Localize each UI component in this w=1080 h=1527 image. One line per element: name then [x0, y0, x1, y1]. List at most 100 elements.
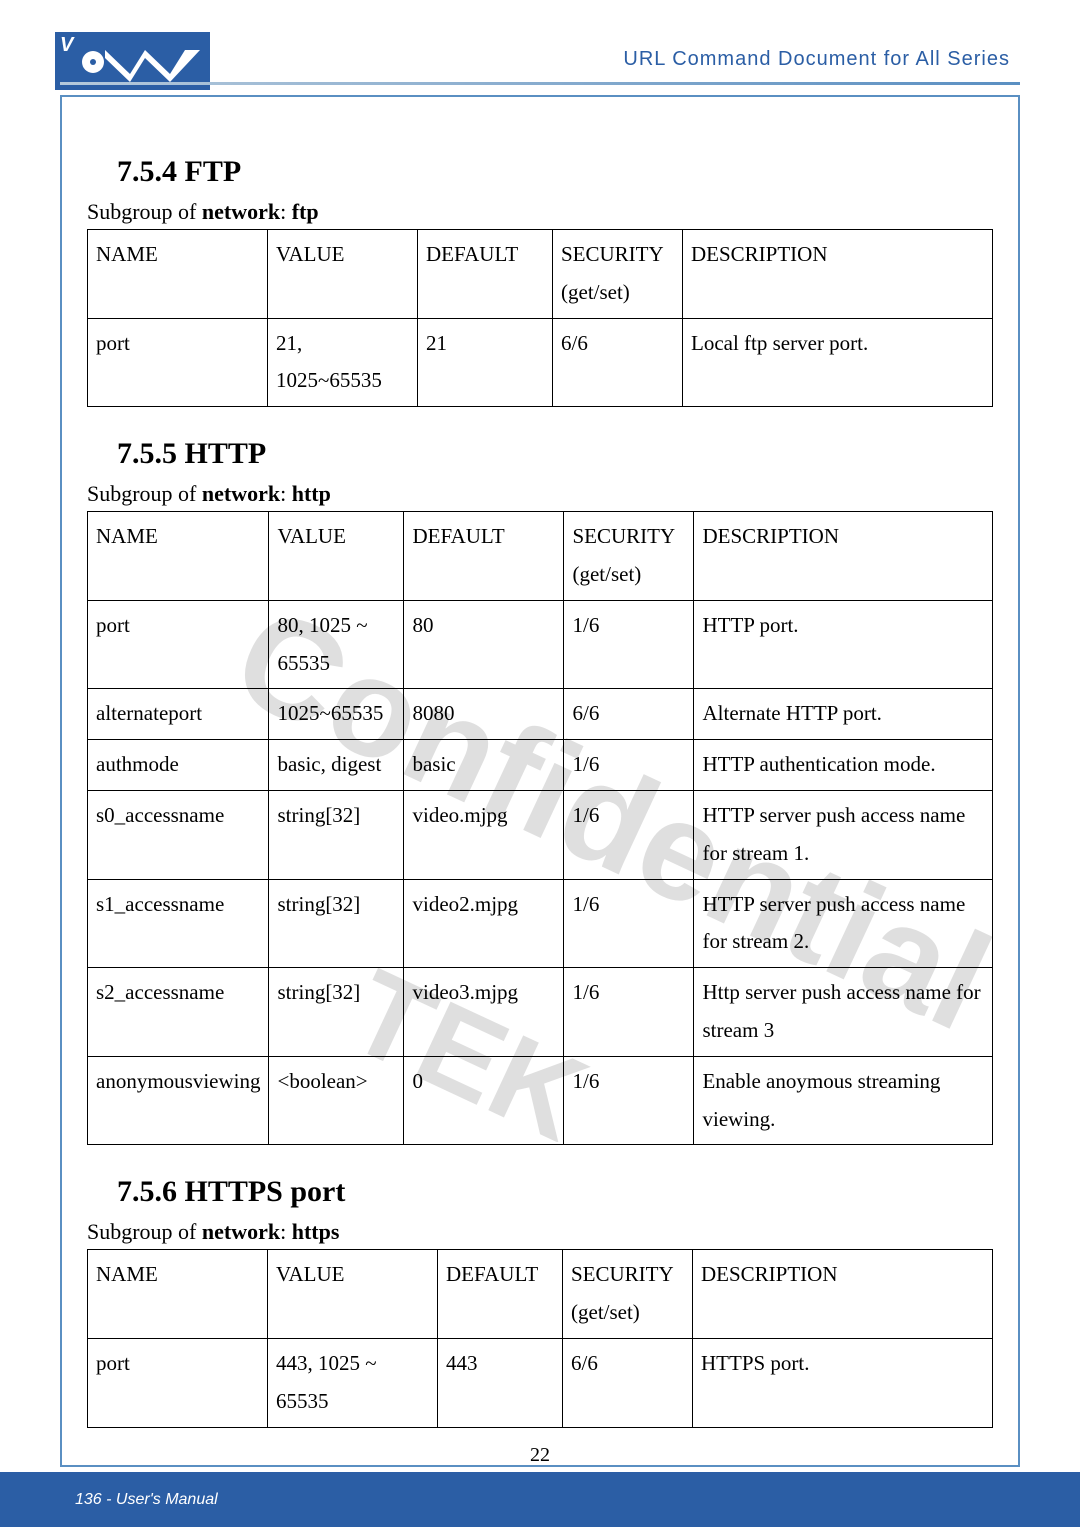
cell-security: 1/6 [564, 790, 694, 879]
page-header: V URL Command Document for All Series [0, 0, 1080, 95]
cell-default: video2.mjpg [404, 879, 564, 968]
cell-default: basic [404, 740, 564, 791]
cell-value: string[32] [269, 879, 404, 968]
subgroup-suffix: : [280, 199, 292, 224]
cell-security: 1/6 [564, 1056, 694, 1145]
cell-value: 21, 1025~65535 [268, 318, 418, 407]
table-header-row: NAME VALUE DEFAULT SECURITY (get/set) DE… [88, 512, 993, 601]
cell-name: port [88, 318, 268, 407]
subgroup-bold: network [202, 199, 280, 224]
subgroup-name: https [292, 1219, 340, 1244]
col-header-default: DEFAULT [404, 512, 564, 601]
cell-description: HTTP authentication mode. [694, 740, 993, 791]
col-header-value: VALUE [269, 512, 404, 601]
cell-default: video.mjpg [404, 790, 564, 879]
cell-value: 443, 1025 ~ 65535 [268, 1338, 438, 1427]
col-header-name: NAME [88, 512, 269, 601]
header-title: URL Command Document for All Series [623, 48, 1010, 71]
page-number-inner: 22 [530, 1444, 550, 1467]
cell-name: s0_accessname [88, 790, 269, 879]
subgroup-bold: network [202, 481, 280, 506]
cell-description: Local ftp server port. [683, 318, 993, 407]
cell-name: anonymousviewing [88, 1056, 269, 1145]
table-row: port 443, 1025 ~ 65535 443 6/6 HTTPS por… [88, 1338, 993, 1427]
logo-icon [75, 42, 200, 82]
cell-default: 21 [418, 318, 553, 407]
cell-name: s2_accessname [88, 968, 269, 1057]
col-header-description: DESCRIPTION [683, 230, 993, 319]
col-header-default: DEFAULT [438, 1250, 563, 1339]
table-row: anonymousviewing<boolean>01/6Enable anoy… [88, 1056, 993, 1145]
cell-name: port [88, 600, 269, 689]
cell-value: 1025~65535 [269, 689, 404, 740]
cell-description: HTTP server push access name for stream … [694, 790, 993, 879]
cell-security: 1/6 [564, 740, 694, 791]
cell-default: 443 [438, 1338, 563, 1427]
col-header-name: NAME [88, 1250, 268, 1339]
cell-description: Enable anoymous streaming viewing. [694, 1056, 993, 1145]
section-heading-ftp: 7.5.4 FTP [117, 155, 993, 189]
col-header-value: VALUE [268, 1250, 438, 1339]
cell-default: 8080 [404, 689, 564, 740]
cell-description: HTTPS port. [693, 1338, 993, 1427]
table-ftp: NAME VALUE DEFAULT SECURITY (get/set) DE… [87, 229, 993, 407]
subgroup-bold: network [202, 1219, 280, 1244]
cell-value: 80, 1025 ~ 65535 [269, 600, 404, 689]
cell-security: 6/6 [564, 689, 694, 740]
cell-security: 6/6 [563, 1338, 693, 1427]
col-header-security: SECURITY (get/set) [553, 230, 683, 319]
table-row: s1_accessnamestring[32]video2.mjpg1/6HTT… [88, 879, 993, 968]
table-row: s0_accessnamestring[32]video.mjpg1/6HTTP… [88, 790, 993, 879]
table-row: port80, 1025 ~ 65535801/6HTTP port. [88, 600, 993, 689]
header-divider [60, 82, 1020, 85]
subgroup-prefix: Subgroup of [87, 1219, 202, 1244]
col-header-value: VALUE [268, 230, 418, 319]
table-http: NAME VALUE DEFAULT SECURITY (get/set) DE… [87, 511, 993, 1145]
cell-description: HTTP server push access name for stream … [694, 879, 993, 968]
table-row: authmodebasic, digestbasic1/6HTTP authen… [88, 740, 993, 791]
subgroup-name: ftp [292, 199, 319, 224]
cell-value: string[32] [269, 790, 404, 879]
table-row: port 21, 1025~65535 21 6/6 Local ftp ser… [88, 318, 993, 407]
table-header-row: NAME VALUE DEFAULT SECURITY (get/set) DE… [88, 230, 993, 319]
subgroup-ftp: Subgroup of network: ftp [87, 199, 993, 225]
page-footer: 136 - User's Manual [0, 1472, 1080, 1527]
section-heading-http: 7.5.5 HTTP [117, 437, 993, 471]
cell-description: Http server push access name for stream … [694, 968, 993, 1057]
col-header-default: DEFAULT [418, 230, 553, 319]
cell-value: basic, digest [269, 740, 404, 791]
table-https: NAME VALUE DEFAULT SECURITY (get/set) DE… [87, 1249, 993, 1427]
cell-security: 6/6 [553, 318, 683, 407]
cell-default: 80 [404, 600, 564, 689]
cell-description: HTTP port. [694, 600, 993, 689]
subgroup-http: Subgroup of network: http [87, 481, 993, 507]
subgroup-https: Subgroup of network: https [87, 1219, 993, 1245]
table-row: s2_accessnamestring[32]video3.mjpg1/6Htt… [88, 968, 993, 1057]
cell-description: Alternate HTTP port. [694, 689, 993, 740]
subgroup-suffix: : [280, 1219, 292, 1244]
cell-security: 1/6 [564, 879, 694, 968]
page-content-frame: Confidential TEK 7.5.4 FTP Subgroup of n… [60, 95, 1020, 1467]
cell-default: 0 [404, 1056, 564, 1145]
subgroup-suffix: : [280, 481, 292, 506]
cell-security: 1/6 [564, 600, 694, 689]
col-header-name: NAME [88, 230, 268, 319]
cell-name: s1_accessname [88, 879, 269, 968]
col-header-security: SECURITY (get/set) [564, 512, 694, 601]
cell-name: authmode [88, 740, 269, 791]
subgroup-name: http [292, 481, 331, 506]
col-header-description: DESCRIPTION [693, 1250, 993, 1339]
subgroup-prefix: Subgroup of [87, 481, 202, 506]
cell-name: alternateport [88, 689, 269, 740]
table-header-row: NAME VALUE DEFAULT SECURITY (get/set) DE… [88, 1250, 993, 1339]
footer-page-label: 136 - User's Manual [75, 1491, 218, 1509]
cell-default: video3.mjpg [404, 968, 564, 1057]
subgroup-prefix: Subgroup of [87, 199, 202, 224]
col-header-description: DESCRIPTION [694, 512, 993, 601]
table-row: alternateport1025~6553580806/6Alternate … [88, 689, 993, 740]
cell-name: port [88, 1338, 268, 1427]
cell-value: string[32] [269, 968, 404, 1057]
col-header-security: SECURITY (get/set) [563, 1250, 693, 1339]
cell-security: 1/6 [564, 968, 694, 1057]
section-heading-https: 7.5.6 HTTPS port [117, 1175, 993, 1209]
